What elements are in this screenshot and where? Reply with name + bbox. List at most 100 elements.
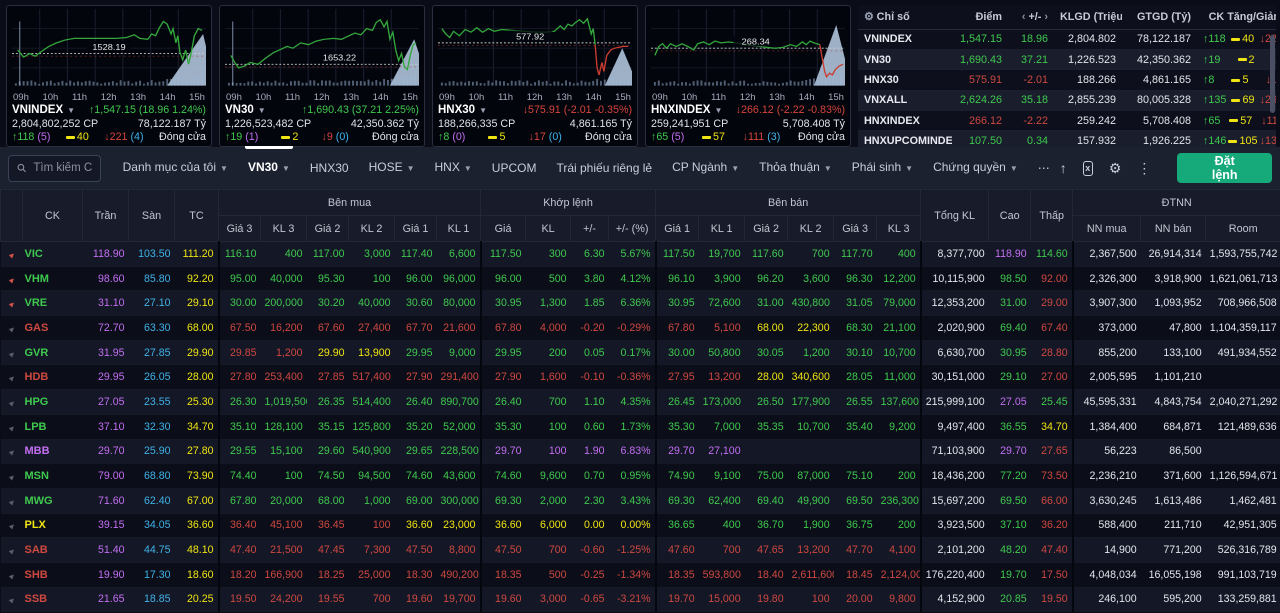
index-name-dropdown[interactable]: VNINDEX▼	[12, 104, 75, 118]
tab-hnx30[interactable]: HNX30	[300, 147, 359, 189]
tab-thỏa-thuận[interactable]: Thỏa thuận▼	[749, 146, 842, 190]
stock-row-vre[interactable]: ◄VRE31.1027.1029.1030.00200,00030.2040,0…	[1, 291, 1280, 316]
tab-chứng-quyền[interactable]: Chứng quyền▼	[923, 146, 1028, 190]
index-name[interactable]: HNX30	[858, 70, 952, 90]
stock-symbol[interactable]: GAS	[23, 316, 83, 341]
stock-row-msn[interactable]: ◄MSN79.0068.8073.9074.4010074.5094,50074…	[1, 464, 1280, 489]
time-axis: 09h10h11h12h13h14h15h	[225, 92, 419, 103]
pin-icon[interactable]: ◄	[1, 340, 23, 365]
stock-symbol[interactable]: SSB	[23, 587, 83, 612]
cell: 35.30	[656, 414, 699, 439]
tab-danh-mục-của-tôi[interactable]: Danh mục của tôi▼	[113, 146, 238, 190]
tab-vn30[interactable]: VN30▼	[238, 146, 300, 190]
index-name[interactable]: HNXUPCOMINDEX	[858, 131, 952, 147]
stock-row-lpb[interactable]: ◄LPB37.1032.3034.7035.10128,10035.15125,…	[1, 414, 1280, 439]
index-name-dropdown[interactable]: HNXINDEX▼	[651, 104, 722, 118]
search-box[interactable]	[8, 155, 101, 182]
index-name[interactable]: HNXINDEX	[858, 111, 952, 131]
cell: 4,843,754	[1141, 390, 1206, 415]
stock-row-vic[interactable]: ◄VIC118.90103.50111.20116.10400117.003,0…	[1, 242, 1280, 267]
stock-symbol[interactable]: MWG	[23, 488, 83, 513]
cell: 595,200	[1141, 587, 1206, 612]
pin-icon[interactable]: ◄	[1, 390, 23, 415]
gear-icon[interactable]: ⚙	[864, 11, 874, 23]
cell: 27.10	[129, 291, 175, 316]
index-name[interactable]: VN30	[858, 49, 952, 69]
cell: 31.00	[745, 291, 788, 316]
index-row-vnindex[interactable]: VNINDEX 1,547.15 18.96 2,804.802 78,122.…	[858, 29, 1276, 49]
stock-row-mwg[interactable]: ◄MWG71.6062.4067.0067.8020,00068.001,000…	[1, 488, 1280, 513]
tab-hose[interactable]: HOSE▼	[359, 146, 425, 190]
index-chart-panel-vnindex: 1528.19 09h10h11h12h13h14h15h VNINDEX▼ ↑…	[6, 5, 212, 147]
stock-row-plx[interactable]: ◄PLX39.1534.0536.6036.4045,10036.4510036…	[1, 513, 1280, 538]
stock-row-sab[interactable]: ◄SAB51.4044.7548.1047.4021,50047.457,300…	[1, 538, 1280, 563]
stock-row-gas[interactable]: ◄GAS72.7063.3068.0067.5016,20067.6027,40…	[1, 316, 1280, 341]
pin-icon[interactable]: ◄	[1, 488, 23, 513]
tab-upcom[interactable]: UPCOM	[482, 147, 547, 189]
excel-export-icon[interactable]: x	[1083, 161, 1093, 176]
pin-icon[interactable]: ◄	[1, 562, 23, 587]
cell: 43,600	[437, 464, 481, 489]
index-name[interactable]: VNINDEX	[858, 29, 952, 49]
index-row-vn30[interactable]: VN30 1,690.43 37.21 1,226.523 42,350.362…	[858, 49, 1276, 69]
floor-count: (3)	[767, 131, 780, 143]
tab-phái-sinh[interactable]: Phái sinh▼	[842, 146, 923, 190]
pin-icon[interactable]: ◄	[1, 414, 23, 439]
stock-symbol[interactable]: PLX	[23, 513, 83, 538]
time-axis: 09h10h11h12h13h14h15h	[12, 92, 206, 103]
stock-row-hpg[interactable]: ◄HPG27.0523.5525.3026.301,019,50026.3551…	[1, 390, 1280, 415]
stock-row-shb[interactable]: ◄SHB19.9017.3018.6018.20166,90018.2525,0…	[1, 562, 1280, 587]
cell: 67.70	[395, 316, 437, 341]
stock-symbol[interactable]: HPG	[23, 390, 83, 415]
index-row-hnx30[interactable]: HNX30 575.91 -2.01 188.266 4,861.165 ↑8 …	[858, 70, 1276, 90]
sparkline-chart: 1653.22	[225, 9, 419, 91]
pin-icon[interactable]: ◄	[1, 266, 23, 291]
stock-row-hdb[interactable]: ◄HDB29.9526.0528.0027.80253,40027.85517,…	[1, 365, 1280, 390]
index-name-dropdown[interactable]: HNX30▼	[438, 104, 487, 118]
tab-cp-ngành[interactable]: CP Ngành▼	[662, 146, 749, 190]
pin-icon[interactable]: ◄	[1, 513, 23, 538]
time-axis: 09h10h11h12h13h14h15h	[651, 92, 845, 103]
tab-⋯[interactable]: ⋯	[1028, 147, 1060, 189]
stock-symbol[interactable]: HDB	[23, 365, 83, 390]
search-input[interactable]	[33, 162, 91, 174]
stock-row-ssb[interactable]: ◄SSB21.6518.8520.2519.5024,20019.5570019…	[1, 587, 1280, 612]
stock-symbol[interactable]: LPB	[23, 414, 83, 439]
more-kebab-icon[interactable]: ⋮	[1137, 160, 1151, 177]
stock-row-mbb[interactable]: ◄MBB29.7025.9027.8029.5515,10029.60540,9…	[1, 439, 1280, 464]
stock-symbol[interactable]: VHM	[23, 266, 83, 291]
pin-icon[interactable]: ◄	[1, 242, 23, 267]
index-name-dropdown[interactable]: VN30▼	[225, 104, 266, 118]
stock-row-gvr[interactable]: ◄GVR31.9527.8529.9029.851,20029.9013,900…	[1, 340, 1280, 365]
settings-gear-icon[interactable]: ⚙	[1109, 160, 1122, 177]
stock-symbol[interactable]: MSN	[23, 464, 83, 489]
pin-icon[interactable]: ◄	[1, 316, 23, 341]
cell: 29.70	[656, 439, 699, 464]
stock-symbol[interactable]: SHB	[23, 562, 83, 587]
cell: 18.25	[307, 562, 349, 587]
pin-icon[interactable]: ◄	[1, 464, 23, 489]
index-name[interactable]: VNXALL	[858, 90, 952, 110]
index-row-hnxupcomindex[interactable]: HNXUPCOMINDEX 107.50 0.34 157.932 1,926.…	[858, 131, 1276, 147]
index-row-hnxindex[interactable]: HNXINDEX 266.12 -2.22 259.242 5,708.408 …	[858, 111, 1276, 131]
stock-symbol[interactable]: VRE	[23, 291, 83, 316]
cell: 6.83%	[609, 439, 656, 464]
tab-trái-phiếu-riêng-lẻ[interactable]: Trái phiếu riêng lẻ	[546, 147, 662, 189]
col-change[interactable]: ‹ +/- ›	[1008, 5, 1054, 29]
index-row-vnxall[interactable]: VNXALL 2,624.26 35.18 2,855.239 80,005.3…	[858, 90, 1276, 110]
pin-icon[interactable]: ◄	[1, 439, 23, 464]
stock-symbol[interactable]: GVR	[23, 340, 83, 365]
upload-icon[interactable]: ↑	[1060, 160, 1067, 176]
pin-icon[interactable]: ◄	[1, 365, 23, 390]
pin-icon[interactable]: ◄	[1, 587, 23, 612]
pin-icon[interactable]: ◄	[1, 291, 23, 316]
tab-hnx[interactable]: HNX▼	[425, 146, 482, 190]
pin-icon[interactable]: ◄	[1, 538, 23, 563]
stock-symbol[interactable]: VIC	[23, 242, 83, 267]
index-scrollbar[interactable]	[1270, 35, 1275, 113]
place-order-button[interactable]: Đặt lệnh	[1177, 153, 1272, 183]
stock-row-vhm[interactable]: ◄VHM98.6085.8092.2095.0040,00095.3010096…	[1, 266, 1280, 291]
stock-symbol[interactable]: SAB	[23, 538, 83, 563]
index-breadth: ↑8 5 ↓17	[1197, 70, 1276, 90]
stock-symbol[interactable]: MBB	[23, 439, 83, 464]
